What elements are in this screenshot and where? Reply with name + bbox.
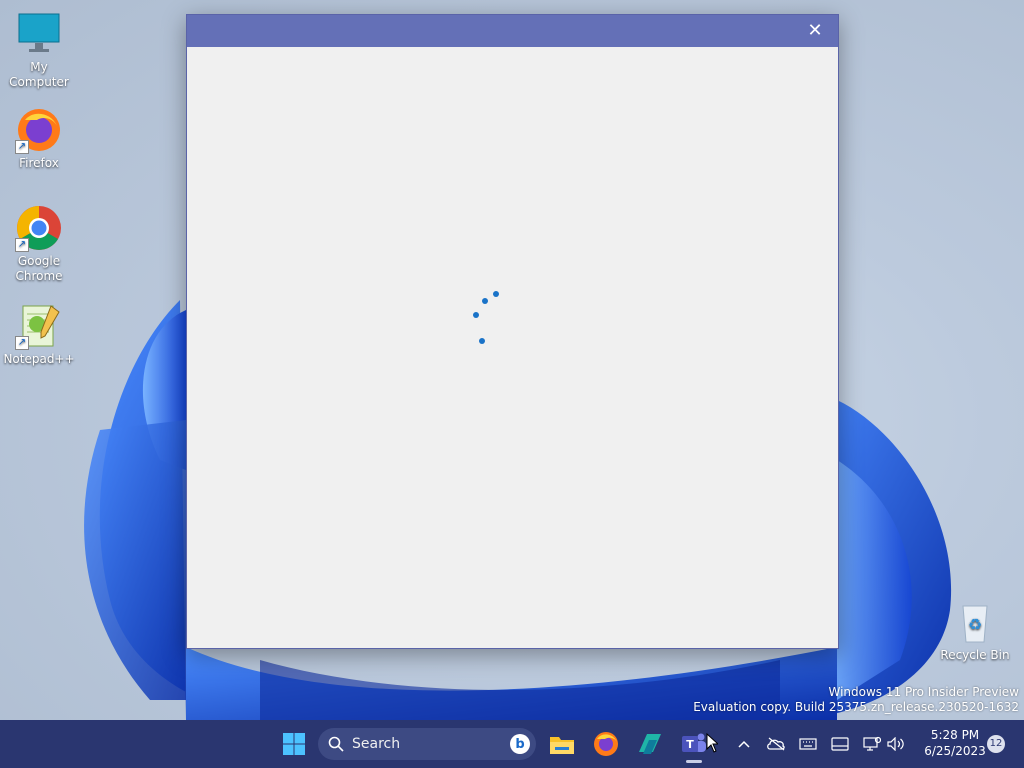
monitor-icon xyxy=(15,10,63,58)
tray-overflow-button[interactable] xyxy=(734,734,754,754)
desktop-icon-label: My Computer xyxy=(9,60,69,89)
loading-spinner xyxy=(473,285,517,355)
firefox-icon: ↗ xyxy=(15,106,63,154)
close-button[interactable]: ✕ xyxy=(792,15,838,47)
keyboard-icon xyxy=(799,738,817,750)
taskbar-firefox[interactable] xyxy=(588,726,624,762)
taskbar-search-box[interactable]: Search b xyxy=(318,728,536,760)
spinner-dot xyxy=(473,312,479,318)
spinner-dot xyxy=(482,298,488,304)
active-app-indicator xyxy=(686,760,702,763)
taskbar-clock[interactable]: 5:28 PM 6/25/2023 xyxy=(918,727,992,759)
recycle-bin-icon: ♻ xyxy=(951,598,999,646)
watermark-line-2: Evaluation copy. Build 25375.zn_release.… xyxy=(693,700,1019,714)
shortcut-arrow-icon: ↗ xyxy=(15,140,29,154)
shortcut-arrow-icon: ↗ xyxy=(15,238,29,252)
desktop-icon-label: Google Chrome xyxy=(15,254,63,283)
taskbar: Search b T 5:28 PM 6/25/2023 12 xyxy=(0,720,1024,768)
notepadpp-icon: ↗ xyxy=(15,302,63,350)
desktop-icon-my-computer[interactable]: My Computer xyxy=(0,10,78,90)
tray-onedrive[interactable] xyxy=(766,734,786,754)
desktop-icon-label: Firefox xyxy=(19,156,59,170)
desktop-icon-firefox[interactable]: ↗ Firefox xyxy=(0,106,78,171)
mouse-cursor-icon xyxy=(706,733,718,753)
notification-badge[interactable]: 12 xyxy=(987,735,1005,753)
network-icon xyxy=(863,736,881,751)
volume-icon xyxy=(887,737,904,751)
clock-date: 6/25/2023 xyxy=(924,744,986,758)
app-icon xyxy=(639,734,661,754)
chevron-up-icon xyxy=(738,740,750,748)
desktop-icon-label: Notepad++ xyxy=(3,352,75,366)
taskbar-file-explorer[interactable] xyxy=(544,726,580,762)
windows-watermark: Windows 11 Pro Insider Preview Evaluatio… xyxy=(693,685,1019,715)
teams-icon: T xyxy=(682,733,706,752)
taskbar-app[interactable] xyxy=(632,726,668,762)
search-placeholder: Search xyxy=(352,736,401,752)
tray-network[interactable] xyxy=(862,734,882,754)
shortcut-arrow-icon: ↗ xyxy=(15,336,29,350)
start-icon xyxy=(283,733,305,755)
start-button[interactable] xyxy=(276,726,312,762)
app-window: ✕ xyxy=(186,14,839,649)
svg-text:T: T xyxy=(686,738,694,751)
search-icon xyxy=(328,736,344,752)
desktop-icon-notepadpp[interactable]: ↗ Notepad++ xyxy=(0,302,78,367)
svg-text:♻: ♻ xyxy=(968,615,982,634)
tray-tablet[interactable] xyxy=(830,734,850,754)
close-icon: ✕ xyxy=(807,20,823,41)
window-titlebar[interactable]: ✕ xyxy=(187,15,838,47)
watermark-line-1: Windows 11 Pro Insider Preview xyxy=(828,685,1019,699)
onedrive-off-icon xyxy=(767,737,785,751)
clock-time: 5:28 PM xyxy=(930,728,980,742)
chrome-icon: ↗ xyxy=(15,204,63,252)
tray-keyboard[interactable] xyxy=(798,734,818,754)
tray-volume[interactable] xyxy=(886,734,906,754)
bing-icon[interactable]: b xyxy=(510,734,530,754)
file-explorer-icon xyxy=(550,737,574,754)
desktop-icon-label: Recycle Bin xyxy=(940,648,1010,662)
tablet-icon xyxy=(831,737,849,751)
spinner-dot xyxy=(493,291,499,297)
spinner-dot xyxy=(479,338,485,344)
firefox-icon xyxy=(594,732,618,756)
desktop-icon-chrome[interactable]: ↗ Google Chrome xyxy=(0,204,78,284)
desktop-icon-recycle-bin[interactable]: ♻ Recycle Bin xyxy=(936,598,1014,663)
